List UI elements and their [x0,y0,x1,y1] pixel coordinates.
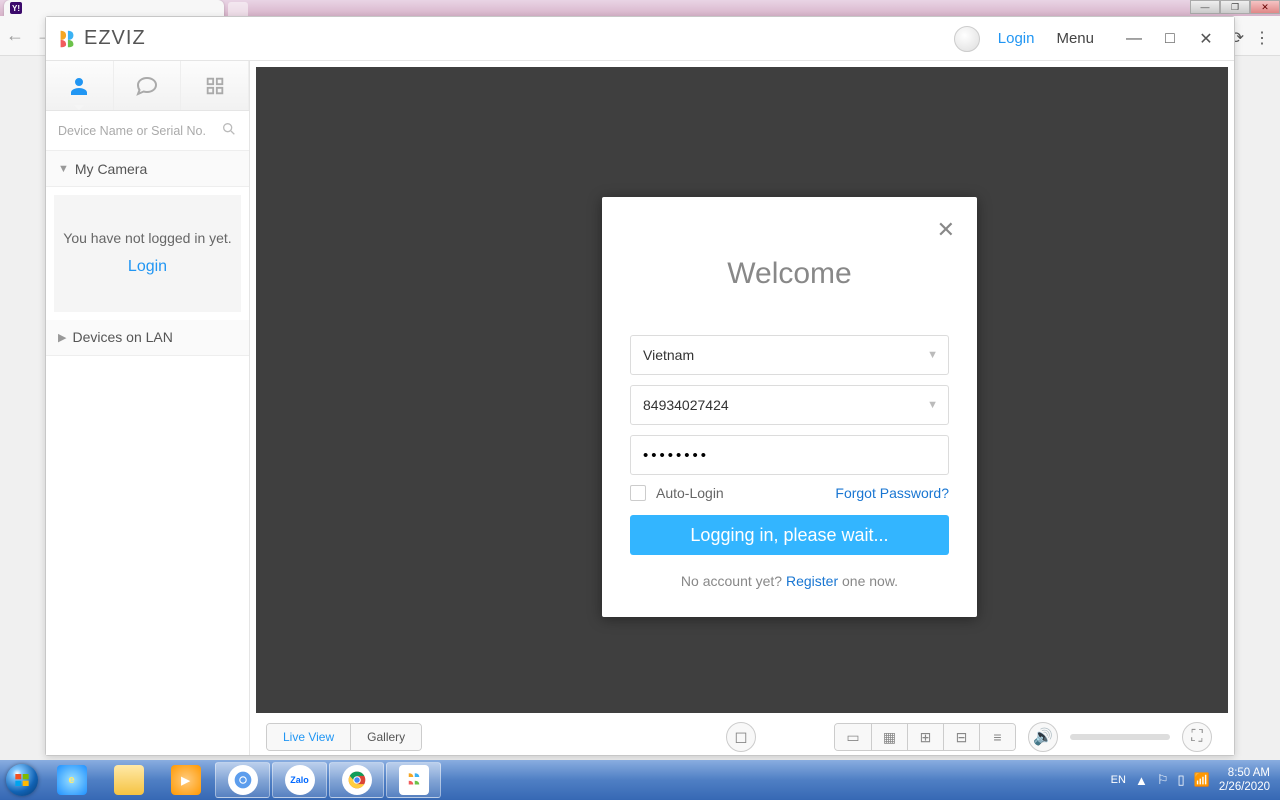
window-maximize[interactable]: ❐ [1220,0,1250,14]
chat-icon [135,74,159,98]
sidebar-tab-messages[interactable] [114,61,182,110]
login-dialog: ✕ Welcome Vietnam ▼ 84934027424 ▼ [602,197,977,617]
dialog-title: Welcome [602,197,977,335]
browser-tab[interactable]: Y! [4,0,224,16]
taskbar-zalo[interactable]: Zalo [272,762,327,798]
tray-network-icon[interactable]: 📶 [1194,772,1210,788]
register-link[interactable]: Register [786,573,838,589]
app-logo-text: EZVIZ [84,27,146,50]
tray-date: 2/26/2020 [1219,780,1270,794]
tab-gallery[interactable]: Gallery [350,724,421,750]
account-value: 84934027424 [643,397,729,413]
tray-show-hidden-icon[interactable]: ▲ [1135,773,1148,788]
titlebar-login-link[interactable]: Login [998,30,1035,47]
login-notice-text: You have not logged in yet. [62,225,233,252]
sidebar: ▼ My Camera You have not logged in yet. … [46,61,250,755]
app-window: EZVIZ Login Menu — □ ✕ [45,16,1235,756]
caret-down-icon: ▼ [58,163,69,175]
taskbar-chromium[interactable] [215,762,270,798]
app-minimize-button[interactable]: — [1124,30,1144,48]
device-search[interactable] [46,111,249,151]
register-line: No account yet? Register one now. [630,573,949,589]
account-select[interactable]: 84934027424 ▼ [630,385,949,425]
windows-logo-icon [6,764,38,796]
start-button[interactable] [0,760,44,800]
layout-9-icon[interactable]: ⊞ [907,724,943,750]
layout-1-icon[interactable]: ▭ [835,724,871,750]
fullscreen-button[interactable]: ⛶ [1182,722,1212,752]
playback-stop-button[interactable]: ◻ [726,722,756,752]
app-maximize-button[interactable]: □ [1160,30,1180,48]
window-minimize[interactable]: — [1190,0,1220,14]
tab-live-view[interactable]: Live View [267,724,350,750]
yahoo-favicon: Y! [10,2,22,14]
device-search-input[interactable] [58,124,221,138]
section-label: Devices on LAN [72,329,172,345]
tray-time: 8:50 AM [1219,766,1270,780]
forgot-password-link[interactable]: Forgot Password? [835,485,949,501]
section-label: My Camera [75,161,147,177]
app-titlebar: EZVIZ Login Menu — □ ✕ [46,17,1234,61]
browser-tab-strip: Y! — ❐ ✕ [0,0,1280,16]
ezviz-logo-icon [56,28,78,50]
sidebar-section-my-camera[interactable]: ▼ My Camera [46,151,249,187]
layout-16-icon[interactable]: ⊟ [943,724,979,750]
chevron-down-icon: ▼ [927,349,938,361]
chevron-down-icon: ▼ [927,399,938,411]
tray-clock[interactable]: 8:50 AM 2/26/2020 [1219,766,1270,795]
volume-slider[interactable] [1070,734,1170,740]
auto-login-label: Auto-Login [656,485,724,501]
system-tray: EN ▲ ⚐ ▯ 📶 8:50 AM 2/26/2020 [1101,766,1280,795]
taskbar-chrome[interactable] [329,762,384,798]
person-icon [67,74,91,98]
login-button[interactable]: Logging in, please wait... [630,515,949,555]
password-input[interactable] [643,447,936,464]
dialog-close-button[interactable]: ✕ [937,217,955,243]
view-mode-tabs: Live View Gallery [266,723,422,751]
taskbar-media-player[interactable]: ▶ [158,762,213,798]
taskbar-explorer[interactable] [101,762,156,798]
bottom-toolbar: Live View Gallery ◻ ▭ ▦ ⊞ ⊟ ≡ 🔊 ⛶ [250,719,1234,755]
sidebar-tab-apps[interactable] [181,61,249,110]
tray-language[interactable]: EN [1111,774,1126,786]
layout-more-icon[interactable]: ≡ [979,724,1015,750]
sidebar-login-link[interactable]: Login [128,258,167,275]
country-select[interactable]: Vietnam ▼ [630,335,949,375]
user-avatar[interactable] [954,26,980,52]
taskbar-ie[interactable]: e [44,762,99,798]
back-button[interactable]: ← [0,25,30,46]
content-area: ✕ Welcome Vietnam ▼ 84934027424 ▼ [250,61,1234,755]
browser-menu-button[interactable]: ⋮ [1254,28,1270,48]
app-logo: EZVIZ [56,27,146,50]
search-icon [221,121,237,140]
taskbar-ezviz[interactable] [386,762,441,798]
video-grid: ✕ Welcome Vietnam ▼ 84934027424 ▼ [256,67,1228,713]
password-field[interactable] [630,435,949,475]
layout-4-icon[interactable]: ▦ [871,724,907,750]
new-tab-button[interactable] [228,2,248,16]
grid-icon [204,75,226,97]
auto-login-option[interactable]: Auto-Login [630,485,724,501]
login-notice: You have not logged in yet. Login [54,195,241,312]
app-close-button[interactable]: ✕ [1196,29,1216,49]
tray-action-center-icon[interactable]: ⚐ [1157,772,1169,788]
window-close[interactable]: ✕ [1250,0,1280,14]
tray-battery-icon[interactable]: ▯ [1177,772,1184,788]
titlebar-menu[interactable]: Menu [1056,30,1094,47]
sidebar-tab-devices[interactable] [46,61,114,110]
sidebar-section-lan[interactable]: ▶ Devices on LAN [46,320,249,356]
windows-taskbar: e ▶ Zalo EN ▲ ⚐ ▯ 📶 8:50 AM 2/26/2020 [0,760,1280,800]
caret-right-icon: ▶ [58,331,66,344]
checkbox-icon[interactable] [630,485,646,501]
volume-button[interactable]: 🔊 [1028,722,1058,752]
country-value: Vietnam [643,347,694,363]
